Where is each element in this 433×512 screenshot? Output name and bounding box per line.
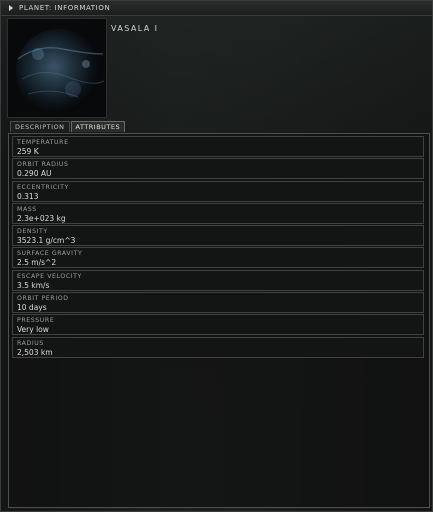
attribute-value: 0.313 bbox=[17, 191, 39, 201]
attribute-row-surface-gravity: SURFACE GRAVITY 2.5 m/s^2 bbox=[12, 247, 424, 269]
attributes-panel: TEMPERATURE 259 K ORBIT RADIUS 0.290 AU … bbox=[8, 133, 430, 508]
attribute-label: ORBIT RADIUS bbox=[17, 161, 69, 169]
attribute-row-temperature: TEMPERATURE 259 K bbox=[12, 136, 424, 157]
attribute-row-orbit-radius: ORBIT RADIUS 0.290 AU bbox=[12, 158, 424, 180]
tab-attributes[interactable]: ATTRIBUTES bbox=[70, 121, 126, 132]
attribute-row-mass: MASS 2.3e+023 kg bbox=[12, 202, 424, 224]
window-titlebar[interactable]: PLANET: INFORMATION bbox=[1, 1, 432, 16]
attribute-row-escape-velocity: ESCAPE VELOCITY 3.5 km/s bbox=[12, 269, 424, 291]
attributes-list: TEMPERATURE 259 K ORBIT RADIUS 0.290 AU … bbox=[12, 136, 424, 359]
attribute-row-pressure: PRESSURE Very low bbox=[12, 314, 424, 336]
window-title: PLANET: INFORMATION bbox=[19, 4, 111, 12]
planet-image-icon bbox=[8, 19, 106, 117]
attribute-label: ESCAPE VELOCITY bbox=[17, 272, 82, 280]
attribute-value: 0.290 AU bbox=[17, 169, 52, 179]
collapse-arrow-icon[interactable] bbox=[9, 5, 13, 11]
attribute-value: 2.3e+023 kg bbox=[17, 213, 66, 223]
planet-information-window: PLANET: INFORMATION VASALA I DESCRIPTION… bbox=[0, 0, 433, 512]
attribute-value: 2.5 m/s^2 bbox=[17, 258, 57, 268]
tab-description[interactable]: DESCRIPTION bbox=[10, 121, 70, 132]
attribute-label: MASS bbox=[17, 205, 37, 213]
attribute-label: RADIUS bbox=[17, 339, 44, 347]
attribute-label: ORBIT PERIOD bbox=[17, 295, 69, 303]
attribute-value: 259 K bbox=[17, 147, 39, 156]
attribute-value: 10 days bbox=[17, 303, 47, 313]
attribute-row-radius: RADIUS 2,503 km bbox=[12, 336, 424, 358]
planet-thumbnail bbox=[7, 18, 107, 118]
planet-name: VASALA I bbox=[111, 24, 159, 33]
attribute-label: TEMPERATURE bbox=[17, 139, 69, 146]
attribute-label: PRESSURE bbox=[17, 317, 55, 325]
info-tabs: DESCRIPTION ATTRIBUTES bbox=[10, 121, 126, 133]
attribute-value: 3.5 km/s bbox=[17, 280, 50, 290]
attribute-label: DENSITY bbox=[17, 228, 48, 236]
attribute-label: SURFACE GRAVITY bbox=[17, 250, 83, 258]
attribute-value: 3523.1 g/cm^3 bbox=[17, 236, 76, 246]
attribute-label: ECCENTRICITY bbox=[17, 183, 69, 191]
attribute-row-eccentricity: ECCENTRICITY 0.313 bbox=[12, 180, 424, 202]
attribute-row-orbit-period: ORBIT PERIOD 10 days bbox=[12, 292, 424, 314]
attribute-row-density: DENSITY 3523.1 g/cm^3 bbox=[12, 225, 424, 247]
attribute-value: Very low bbox=[17, 325, 49, 335]
attribute-value: 2,503 km bbox=[17, 347, 53, 357]
